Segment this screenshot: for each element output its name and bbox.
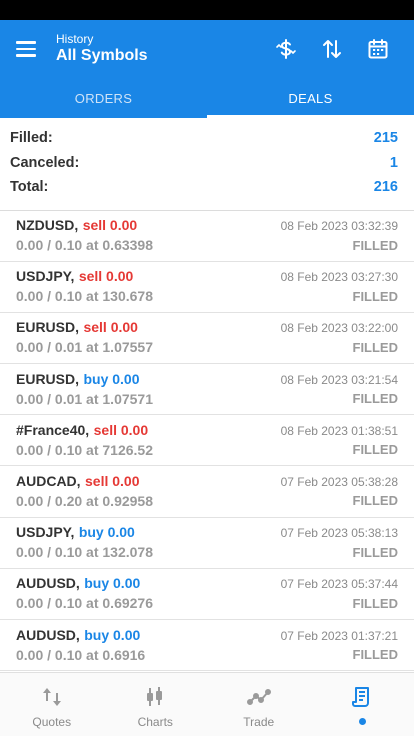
nav-history[interactable] (311, 673, 414, 736)
deal-row[interactable]: AUDUSD, buy 0.00 07 Feb 2023 05:37:44 0.0… (0, 569, 414, 620)
canceled-value: 1 (389, 154, 398, 171)
deal-row[interactable]: USDJPY, sell 0.00 08 Feb 2023 03:27:30 0.… (0, 262, 414, 313)
deal-time: 07 Feb 2023 05:38:13 (280, 526, 398, 541)
deal-volume: 0.00 / 0.10 at 7126.52 (16, 441, 153, 458)
canceled-label: Canceled: (10, 154, 80, 171)
deal-volume: 0.00 / 0.10 at 132.078 (16, 544, 153, 561)
sort-icon[interactable] (310, 27, 354, 71)
deal-time: 08 Feb 2023 03:22:00 (280, 321, 398, 336)
deal-symbol: AUDCAD, (16, 472, 81, 489)
deal-volume: 0.00 / 0.01 at 1.07571 (16, 390, 153, 407)
deal-row[interactable]: USDJPY, buy 0.00 07 Feb 2023 05:38:13 0.0… (0, 518, 414, 569)
deal-symbol: AUDUSD, (16, 575, 80, 592)
charts-icon (147, 687, 163, 706)
tab-bar: ORDERS DEALS (0, 78, 414, 118)
nav-trade[interactable]: Trade (207, 673, 311, 736)
deal-status: FILLED (352, 339, 399, 355)
total-label: Total: (10, 179, 49, 196)
deal-symbol: AUDUSD, (16, 626, 80, 643)
deal-time: 08 Feb 2023 03:32:39 (280, 219, 398, 233)
deal-side: sell 0.00 (78, 268, 134, 285)
deal-row[interactable]: EURUSD, buy 0.00 08 Feb 2023 03:21:54 0.0… (0, 364, 414, 416)
deal-time: 08 Feb 2023 03:21:54 (280, 372, 398, 387)
header-subtitle: History (56, 32, 94, 46)
summary-total-row: Total: 216 (10, 175, 398, 200)
deal-volume: 0.00 / 0.01 at 1.07557 (16, 339, 153, 356)
nav-quotes[interactable]: Quotes (0, 673, 104, 736)
deal-side: buy 0.00 (84, 626, 141, 643)
app-header: History All Symbols (0, 20, 414, 78)
deal-symbol: EURUSD, (16, 370, 80, 387)
deal-volume: 0.00 / 0.20 at 0.92958 (16, 492, 153, 509)
history-icon (352, 687, 370, 707)
total-value: 216 (373, 179, 398, 196)
deal-side: sell 0.00 (93, 421, 149, 438)
quotes-icon (42, 688, 61, 706)
deal-side: buy 0.00 (84, 575, 141, 592)
deal-volume: 0.00 / 0.10 at 0.69276 (16, 595, 153, 612)
deal-time: 07 Feb 2023 05:38:28 (280, 474, 398, 489)
filled-value: 215 (373, 130, 398, 147)
filled-label: Filled: (10, 130, 53, 147)
deal-volume: 0.00 / 0.10 at 0.6916 (16, 646, 146, 663)
deal-time: 07 Feb 2023 01:37:21 (280, 628, 398, 643)
deal-symbol: USDJPY, (16, 268, 75, 285)
title-block: History All Symbols (56, 32, 262, 66)
nav-charts-label: Charts (137, 715, 173, 729)
deal-symbol: NZDUSD, (16, 217, 79, 233)
deal-volume: 0.00 / 0.10 at 130.678 (16, 288, 153, 305)
summary-panel: Filled: 215 Canceled: 1 Total: 216 (0, 118, 414, 211)
deal-side: sell 0.00 (85, 472, 140, 489)
nav-trade-label: Trade (243, 715, 275, 729)
deal-side: buy 0.00 (83, 370, 140, 387)
summary-filled-row: Filled: 215 (10, 126, 398, 151)
deal-row[interactable]: EURUSD, sell 0.00 08 Feb 2023 03:22:00 0.… (0, 313, 414, 365)
deal-status: FILLED (352, 391, 399, 407)
bottom-nav: Quotes Charts Trade (0, 672, 414, 736)
deal-status: FILLED (352, 493, 399, 509)
header-title[interactable]: All Symbols (56, 46, 262, 66)
deal-status: FILLED (352, 237, 399, 253)
status-bar (0, 0, 414, 20)
deal-side: sell 0.00 (82, 217, 138, 233)
tab-orders[interactable]: ORDERS (0, 78, 207, 118)
currency-exchange-icon[interactable] (264, 27, 308, 71)
tab-deals[interactable]: DEALS (207, 78, 414, 118)
deals-list: NZDUSD, sell 0.00 08 Feb 2023 03:32:39 0.… (0, 211, 414, 672)
deal-time: 08 Feb 2023 01:38:51 (280, 423, 398, 438)
deal-time: 08 Feb 2023 03:27:30 (280, 270, 398, 285)
deal-side: sell 0.00 (83, 319, 138, 336)
deal-row[interactable]: AUDCAD, sell 0.00 07 Feb 2023 05:38:28 0.… (0, 466, 414, 518)
deal-status: FILLED (352, 442, 399, 458)
nav-charts[interactable]: Charts (104, 673, 208, 736)
deal-row[interactable]: #France40, sell 0.00 08 Feb 2023 01:38:51… (0, 415, 414, 467)
deal-time: 07 Feb 2023 05:37:44 (280, 577, 398, 592)
summary-canceled-row: Canceled: 1 (10, 151, 398, 176)
deal-status: FILLED (352, 288, 399, 304)
trade-icon (246, 689, 271, 705)
nav-quotes-label: Quotes (32, 715, 72, 729)
deal-row[interactable]: AUDUSD, buy 0.00 07 Feb 2023 01:37:21 0.0… (0, 620, 414, 672)
deal-status: FILLED (352, 595, 399, 611)
deal-status: FILLED (352, 647, 399, 662)
deal-status: FILLED (352, 544, 399, 560)
deal-symbol: #France40, (16, 421, 90, 438)
calendar-icon[interactable] (356, 27, 400, 71)
nav-active-indicator (358, 718, 366, 725)
deal-symbol: EURUSD, (16, 319, 80, 336)
deal-row[interactable]: NZDUSD, sell 0.00 08 Feb 2023 03:32:39 0.… (0, 211, 414, 262)
deal-symbol: USDJPY, (16, 524, 75, 541)
deal-side: buy 0.00 (78, 524, 135, 541)
menu-icon[interactable] (16, 37, 40, 61)
deal-volume: 0.00 / 0.10 at 0.63398 (16, 237, 153, 253)
